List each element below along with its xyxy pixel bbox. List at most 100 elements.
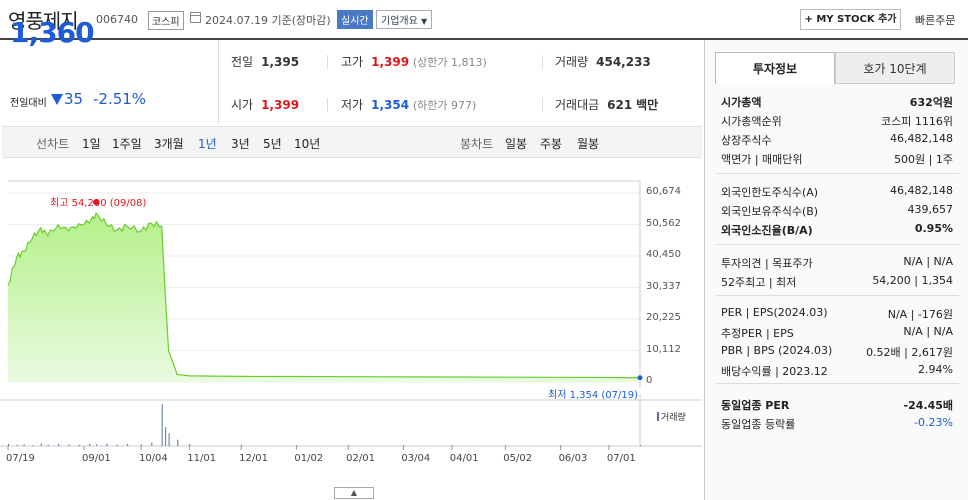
divider [327, 98, 328, 112]
section-divider [715, 383, 959, 384]
period-1d[interactable]: 1일 [82, 135, 101, 152]
info-tabs: 투자정보 호가 10단계 [715, 52, 956, 84]
info-key: 액면가 | 매매단위 [721, 153, 803, 166]
volume-value: 454,233 [596, 55, 651, 69]
high-price: 고가 1,399 (상한가 1,813) [341, 53, 487, 70]
period-3m[interactable]: 3개월 [154, 135, 184, 152]
info-row: 동일업종 등락률 -0.23% [721, 416, 953, 434]
volume-bar [47, 444, 49, 446]
line-chart-label: 선차트 [36, 137, 70, 151]
info-value: N/A | -176원 [887, 308, 953, 321]
volume-bar [608, 445, 610, 447]
add-my-stock-button[interactable]: + MY STOCK 추가 [800, 9, 901, 30]
volume-bar [116, 444, 118, 446]
realtime-button[interactable]: 실시간 [337, 10, 373, 29]
info-key: PER | EPS(2024.03) [721, 306, 828, 319]
info-key: 상장주식수 [721, 134, 772, 147]
low-label: 최저 1,354 (07/19) [548, 390, 639, 401]
candle-daily[interactable]: 일봉 [505, 135, 527, 152]
info-row: 동일업종 PER -24.45배 [721, 397, 953, 415]
info-value: N/A | N/A [903, 255, 953, 268]
info-value: 46,482,148 [890, 132, 953, 145]
tab-invest-info[interactable]: 투자정보 [715, 52, 835, 84]
volume-bar [8, 443, 9, 446]
tab-order-book[interactable]: 호가 10단계 [835, 52, 955, 84]
volume-bar [168, 433, 170, 446]
volume-bar [68, 444, 70, 446]
info-key: 외국인소진율(B/A) [721, 224, 813, 237]
y-tick-label: 0 [646, 375, 653, 386]
change-label: 전일대비 [10, 98, 47, 109]
low-price: 저가 1,354 (하한가 977) [341, 96, 476, 113]
volume-bar [140, 444, 142, 446]
high-value: 1,399 [371, 55, 410, 69]
info-panel: 투자정보 호가 10단계 시가총액 632억원 시가총액순위 코스피 1116위 상장주… [704, 40, 968, 500]
volume-bar [189, 443, 191, 446]
low-label: 저가 [341, 98, 364, 112]
info-value: 439,657 [907, 203, 954, 216]
stock-header: 영풍제지 006740 코스피 2024.07.19 기준(장마감) 실시간 기… [0, 0, 968, 38]
corp-info-dropdown[interactable]: 기업개요 ▼ [376, 10, 433, 29]
high-label: 최고 54,200 (09/08) [50, 198, 147, 209]
prev-close-label: 전일 [231, 55, 254, 69]
volume-bar [241, 444, 243, 446]
volume-legend: 거래량 [657, 410, 686, 423]
info-row: 투자의견 | 목표주가 N/A | N/A [721, 255, 953, 273]
info-key: 투자의견 | 목표주가 [721, 257, 813, 270]
calendar-icon [190, 12, 201, 23]
info-key: 시가총액 [721, 96, 762, 109]
price-chart[interactable] [0, 160, 702, 500]
volume-bar [106, 443, 108, 446]
period-10y[interactable]: 10년 [294, 135, 320, 152]
period-bar: 선차트 1일 1주일 3개월 1년 3년 5년 10년 봉차트 일봉 주봉 월봉 [2, 126, 702, 158]
period-3y[interactable]: 3년 [231, 135, 250, 152]
x-tick-label: 07/19 [6, 453, 35, 464]
info-key: 동일업종 PER [721, 399, 790, 412]
period-1w[interactable]: 1주일 [112, 135, 142, 152]
section-divider [715, 244, 959, 245]
base-date: 2024.07.19 기준(장마감) [205, 14, 331, 27]
period-1y[interactable]: 1년 [198, 135, 217, 152]
info-row: 배당수익률 | 2023.12 2.94% [721, 363, 953, 381]
y-tick-label: 10,112 [646, 343, 681, 355]
candle-monthly[interactable]: 월봉 [577, 135, 599, 152]
x-tick-label: 11/01 [187, 453, 217, 464]
x-tick-label: 03/04 [401, 453, 431, 464]
info-row: 상장주식수 46,482,148 [721, 132, 953, 150]
info-value: 2.94% [918, 363, 953, 376]
info-row: 시가총액 632억원 [721, 94, 953, 112]
x-tick-label: 05/02 [503, 453, 533, 464]
market-badge: 코스피 [148, 11, 184, 30]
chart-toggle-button[interactable]: ▲ [334, 487, 374, 499]
y-tick-label: 20,225 [646, 312, 681, 323]
volume: 거래량 454,233 [555, 53, 651, 70]
volume-bar [127, 443, 129, 446]
section-divider [715, 173, 959, 174]
quick-order-link[interactable]: 빠른주문 [915, 12, 955, 28]
volume-bar [96, 444, 98, 446]
volume-bar [23, 444, 25, 446]
info-key: 52주최고 | 최저 [721, 276, 797, 289]
info-key: 외국인한도주식수(A) [721, 186, 819, 199]
volume-bar [505, 445, 507, 447]
high-label: 고가 [341, 55, 364, 69]
info-row: 추정PER | EPS N/A | N/A [721, 325, 953, 343]
divider [327, 55, 328, 69]
open-value: 1,399 [261, 98, 300, 112]
period-5y[interactable]: 5년 [263, 135, 282, 152]
low-marker [637, 375, 643, 381]
candle-weekly[interactable]: 주봉 [540, 135, 562, 152]
info-key: PBR | BPS (2024.03) [721, 344, 833, 357]
volume-bar [151, 442, 153, 446]
x-tick-label: 02/01 [346, 453, 375, 464]
down-arrow-icon [51, 94, 63, 105]
low-value: 1,354 [371, 98, 410, 112]
candle-chart-label: 봉차트 [460, 137, 494, 151]
volume-bar [640, 445, 641, 447]
y-tick-label: 60,674 [646, 186, 681, 197]
open-label: 시가 [231, 98, 254, 112]
prev-close: 전일 1,395 [231, 53, 299, 70]
volume-bar [32, 445, 34, 447]
volume-bar [348, 445, 350, 447]
price-area [8, 213, 640, 382]
